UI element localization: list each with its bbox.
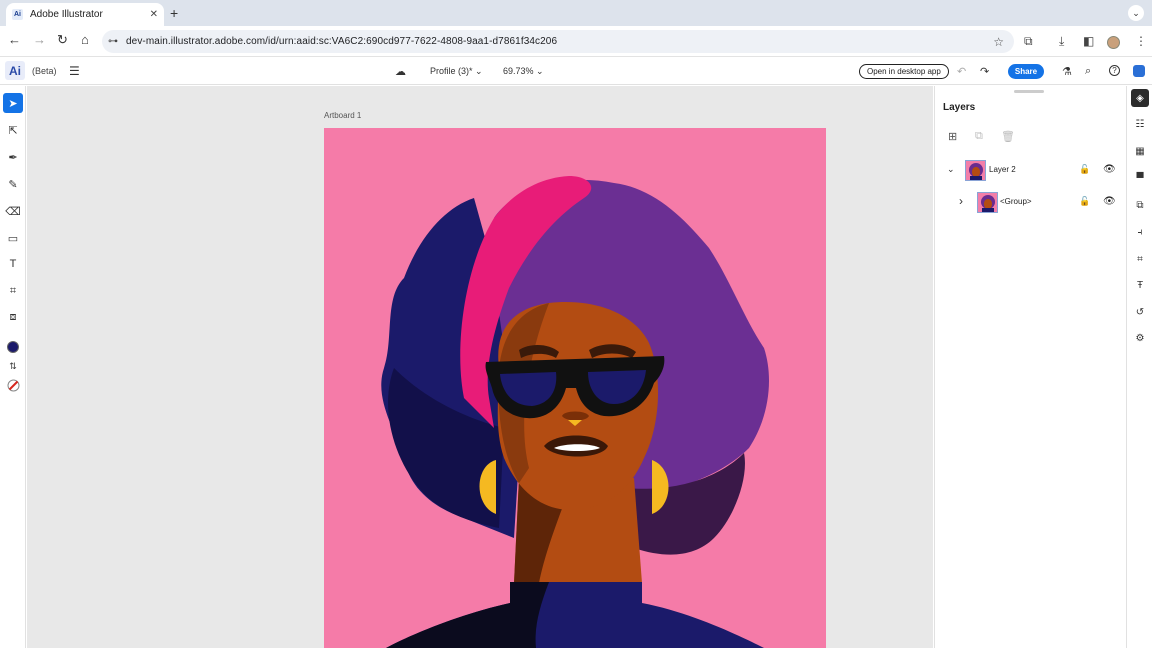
browser-menu-icon[interactable]: ⋮ bbox=[1135, 34, 1147, 48]
visibility-eye-icon[interactable]: 👁 bbox=[1103, 164, 1116, 175]
cloud-sync-icon[interactable]: ☁ bbox=[395, 65, 406, 78]
layer-thumbnail bbox=[965, 160, 986, 181]
illustrator-logo[interactable]: Ai bbox=[5, 61, 25, 80]
eraser-tool[interactable]: ⌫ bbox=[3, 201, 23, 221]
home-icon[interactable]: ⌂ bbox=[81, 32, 89, 47]
add-layer-icon[interactable]: ⊞ bbox=[948, 130, 957, 143]
beta-label: (Beta) bbox=[32, 66, 57, 76]
type-tool[interactable]: T bbox=[3, 254, 23, 274]
help-icon[interactable]: ? bbox=[1109, 65, 1120, 76]
forward-icon[interactable]: → bbox=[33, 32, 46, 47]
illustrator-favicon-icon: Ai bbox=[12, 9, 23, 20]
rectangle-tool[interactable]: ▭ bbox=[3, 228, 23, 248]
new-tab-icon[interactable]: + bbox=[170, 5, 178, 21]
crop-tool[interactable]: ⌗ bbox=[3, 281, 23, 301]
properties-icon[interactable]: ☷ bbox=[1131, 115, 1149, 133]
pen-tool[interactable]: ✒ bbox=[3, 147, 23, 167]
panel-icon-strip: ◈ ☷ ▦ ▀ ⧉ ⫞ ⌗ Ŧ ↺ ⚙ bbox=[1126, 86, 1152, 648]
artboard-label[interactable]: Artboard 1 bbox=[324, 111, 361, 120]
selection-tool[interactable]: ➤ bbox=[3, 93, 23, 113]
expand-chevron-icon[interactable]: › bbox=[959, 194, 963, 208]
tab-title: Adobe Illustrator bbox=[30, 9, 103, 20]
tab-close-icon[interactable]: ✕ bbox=[150, 9, 158, 20]
search-icon[interactable]: ⌕ bbox=[1085, 65, 1091, 78]
share-button[interactable]: Share bbox=[1008, 64, 1044, 79]
unlock-icon[interactable]: 🔓 bbox=[1079, 196, 1090, 207]
document-name-dropdown[interactable]: Profile (3)* ⌄ bbox=[430, 66, 483, 77]
panel-grab-handle[interactable] bbox=[1014, 90, 1044, 93]
swap-colors-icon[interactable]: ⇅ bbox=[3, 356, 23, 376]
group-name[interactable]: <Group> bbox=[1000, 197, 1032, 206]
pencil-tool[interactable]: ✎ bbox=[3, 174, 23, 194]
back-icon[interactable]: ← bbox=[8, 32, 21, 47]
profile-avatar[interactable] bbox=[1107, 36, 1120, 49]
layers-panel-icon[interactable]: ◈ bbox=[1131, 89, 1149, 107]
site-settings-icon[interactable]: ⊶ bbox=[108, 36, 118, 47]
browser-tab-strip: Ai Adobe Illustrator ✕ + ⌄ bbox=[0, 0, 1152, 26]
layer-row[interactable]: ⌄ Layer 2 🔓 👁 bbox=[935, 159, 1126, 183]
canvas-area[interactable]: Artboard 1 bbox=[27, 86, 933, 648]
duplicate-layer-icon[interactable]: ⧉ bbox=[975, 130, 983, 143]
bookmark-star-icon[interactable]: ☆ bbox=[993, 35, 1004, 49]
settings-icon[interactable]: ⚙ bbox=[1131, 329, 1149, 347]
fill-color-swatch[interactable] bbox=[3, 337, 23, 357]
app-header: Ai (Beta) ☰ ☁ Profile (3)* ⌄ 69.73% ⌄ Op… bbox=[0, 57, 1152, 85]
app-switcher-icon[interactable] bbox=[1133, 65, 1145, 77]
delete-layer-icon[interactable]: 🗑 bbox=[1001, 130, 1015, 143]
address-bar[interactable]: ⊶ dev-main.illustrator.adobe.com/id/urn:… bbox=[102, 30, 1014, 53]
character-icon[interactable]: Ŧ bbox=[1131, 276, 1149, 294]
layers-panel: Layers ⊞ ⧉ 🗑 ⌄ Layer 2 🔓 👁 › <Group> 🔓 👁 bbox=[934, 86, 1125, 648]
direct-selection-tool[interactable]: ⇱ bbox=[3, 120, 23, 140]
stroke-none-swatch[interactable] bbox=[3, 375, 23, 395]
comments-icon[interactable]: ▀ bbox=[1131, 169, 1149, 187]
extensions-icon[interactable]: ⧉ bbox=[1024, 34, 1033, 49]
undo-icon[interactable]: ↶ bbox=[957, 65, 966, 78]
layers-panel-title: Layers bbox=[943, 102, 976, 113]
open-in-desktop-button[interactable]: Open in desktop app bbox=[859, 64, 949, 79]
artboard[interactable] bbox=[324, 128, 826, 648]
browser-toolbar: ← → ↻ ⌂ ⊶ dev-main.illustrator.adobe.com… bbox=[0, 26, 1152, 57]
align-icon[interactable]: ⫞ bbox=[1131, 223, 1149, 241]
url-text[interactable]: dev-main.illustrator.adobe.com/id/urn:aa… bbox=[126, 36, 557, 47]
unlock-icon[interactable]: 🔓 bbox=[1079, 164, 1090, 175]
collapse-chevron-icon[interactable]: ⌄ bbox=[947, 164, 955, 175]
portrait-illustration[interactable] bbox=[324, 128, 826, 648]
labs-icon[interactable]: ⚗ bbox=[1062, 65, 1072, 78]
swatches-icon[interactable]: ▦ bbox=[1131, 142, 1149, 160]
layer-row[interactable]: › <Group> 🔓 👁 bbox=[935, 191, 1126, 215]
image-trace-tool[interactable]: ⧈ bbox=[3, 307, 23, 327]
transform-icon[interactable]: ⌗ bbox=[1131, 250, 1149, 268]
reload-icon[interactable]: ↻ bbox=[57, 32, 68, 48]
redo-icon[interactable]: ↷ bbox=[980, 65, 989, 78]
side-panel-icon[interactable]: ◧ bbox=[1083, 34, 1094, 48]
browser-tab[interactable]: Ai Adobe Illustrator ✕ bbox=[6, 3, 164, 26]
visibility-eye-icon[interactable]: 👁 bbox=[1103, 196, 1116, 207]
hamburger-menu-icon[interactable]: ☰ bbox=[69, 64, 80, 78]
downloads-icon[interactable]: ⤓ bbox=[1059, 34, 1064, 49]
tab-search-icon[interactable]: ⌄ bbox=[1128, 5, 1144, 21]
pathfinder-icon[interactable]: ⧉ bbox=[1131, 196, 1149, 214]
layer-name[interactable]: Layer 2 bbox=[989, 165, 1016, 174]
paths-icon[interactable]: ↺ bbox=[1131, 303, 1149, 321]
group-thumbnail bbox=[977, 192, 998, 213]
tools-panel: ➤ ⇱ ✒ ✎ ⌫ ▭ T ⌗ ⧈ ⇅ bbox=[0, 86, 26, 648]
zoom-dropdown[interactable]: 69.73% ⌄ bbox=[503, 66, 544, 77]
